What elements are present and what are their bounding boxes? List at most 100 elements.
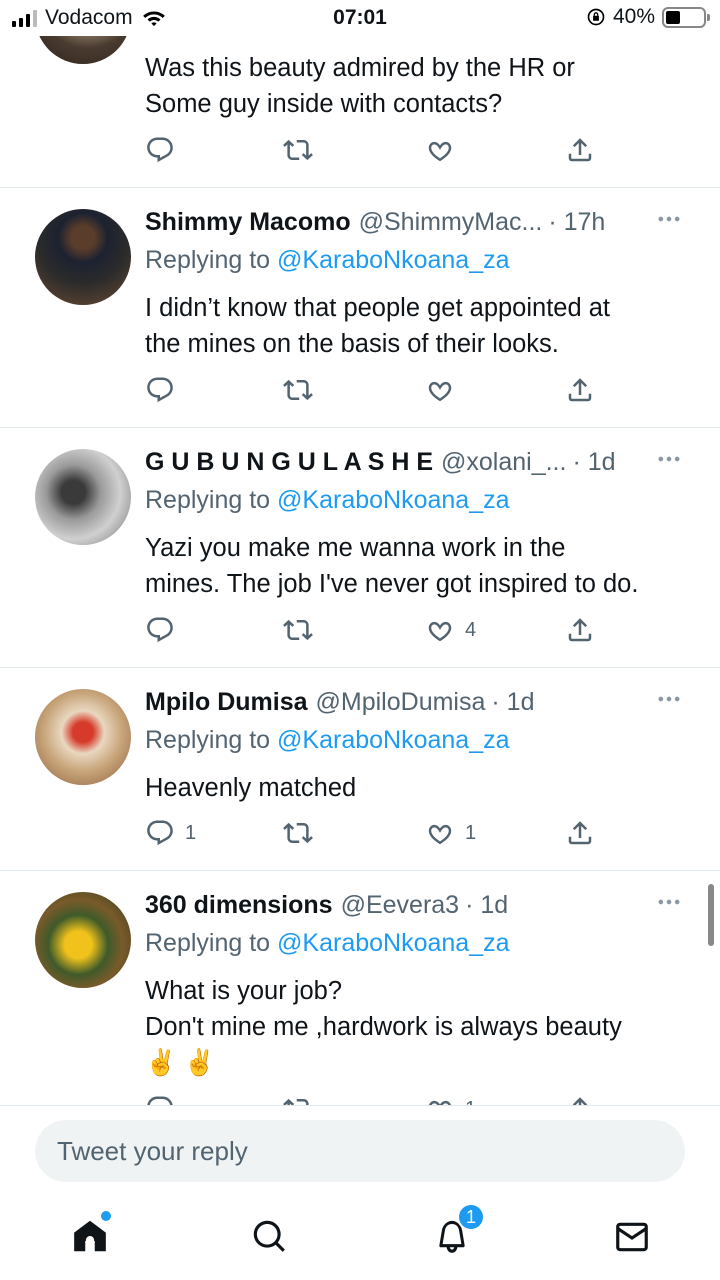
battery-percent: 40%: [612, 5, 655, 28]
rotation-lock-icon: [587, 8, 605, 26]
like-icon: [425, 1094, 455, 1105]
retweet-button[interactable]: [283, 1092, 323, 1105]
tweet-1[interactable]: Shimmy Macomo @ShimmyMac... · 17h Replyi…: [0, 188, 720, 428]
reply-button[interactable]: [145, 613, 185, 647]
share-icon: [565, 615, 595, 645]
tweet-header: Mpilo Dumisa @MpiloDumisa · 1d: [145, 682, 704, 722]
reply-button[interactable]: 1: [145, 816, 196, 850]
timestamp[interactable]: · 1d: [491, 688, 534, 717]
retweet-icon: [283, 1094, 313, 1105]
messages-icon: [616, 1222, 648, 1252]
like-icon: [425, 135, 455, 165]
reply-input[interactable]: [35, 1120, 685, 1182]
tweet-text-line: Don't mine me ,hardwork is always beauty: [145, 1013, 622, 1041]
tweet-header: 360 dimensions @Eevera3 · 1d: [145, 885, 704, 925]
tweet-text-line: ✌️ ✌️: [145, 1049, 216, 1077]
share-button[interactable]: [565, 816, 595, 850]
display-name[interactable]: Shimmy Macomo: [145, 208, 351, 237]
replying-to-label: Replying to: [145, 486, 271, 514]
tweet-body: What is your job? Don't mine me ,hardwor…: [145, 973, 700, 1081]
status-right: 40%: [586, 5, 710, 29]
mention-link[interactable]: @KaraboNkoana_za: [277, 929, 509, 957]
retweet-icon: [283, 615, 313, 645]
timestamp[interactable]: · 1d: [572, 448, 615, 477]
retweet-button[interactable]: [283, 373, 323, 407]
like-button[interactable]: [425, 133, 465, 167]
tweet-4[interactable]: 360 dimensions @Eevera3 · 1d Replying to…: [0, 871, 720, 1105]
bottom-nav: 1: [0, 1195, 720, 1280]
nav-notifications[interactable]: 1: [430, 1203, 485, 1259]
share-icon: [565, 375, 595, 405]
user-handle[interactable]: @ShimmyMac...: [359, 208, 543, 237]
like-count: 4: [465, 618, 477, 641]
tweet-text-line: Was this beauty admired by the HR or: [145, 54, 575, 82]
scrollbar[interactable]: [708, 884, 714, 946]
display-name[interactable]: G U B U N G U L A S H E: [145, 448, 433, 477]
user-handle[interactable]: @Eevera3: [341, 891, 460, 920]
retweet-button[interactable]: [283, 613, 323, 647]
more-button[interactable]: [654, 887, 684, 917]
replying-to: Replying to @KaraboNkoana_za: [145, 486, 510, 515]
tweet-text-line: What is your job?: [145, 977, 343, 1005]
tweet-actions: 1: [145, 1092, 615, 1105]
user-handle[interactable]: @MpiloDumisa: [316, 688, 486, 717]
share-button[interactable]: [565, 133, 595, 167]
notifications-badge: 1: [457, 1203, 485, 1231]
like-button[interactable]: 1: [425, 816, 476, 850]
replying-to-label: Replying to: [145, 726, 271, 754]
nav-home[interactable]: [68, 1211, 112, 1259]
share-button[interactable]: [565, 613, 595, 647]
reply-icon: [145, 135, 175, 165]
display-name[interactable]: 360 dimensions: [145, 891, 333, 920]
retweet-icon: [283, 818, 313, 848]
tweet-actions: [145, 133, 615, 167]
mention-link[interactable]: @KaraboNkoana_za: [277, 246, 509, 274]
nav-search[interactable]: [248, 1215, 292, 1259]
more-icon: [655, 888, 683, 916]
share-icon: [565, 1094, 595, 1105]
tweet-body: Was this beauty admired by the HR or Som…: [145, 50, 700, 122]
reply-button[interactable]: [145, 1092, 185, 1105]
timestamp[interactable]: · 17h: [548, 208, 605, 237]
home-icon: [74, 1220, 106, 1252]
reply-button[interactable]: [145, 373, 185, 407]
reply-count: 1: [185, 821, 197, 844]
like-button[interactable]: [425, 373, 465, 407]
home-unread-dot: [101, 1211, 111, 1221]
avatar[interactable]: [35, 449, 131, 545]
tweet-2[interactable]: G U B U N G U L A S H E @xolani_... · 1d…: [0, 428, 720, 668]
reply-button[interactable]: [145, 133, 185, 167]
mention-link[interactable]: @KaraboNkoana_za: [277, 486, 509, 514]
avatar[interactable]: [35, 209, 131, 305]
share-icon: [565, 818, 595, 848]
retweet-button[interactable]: [283, 816, 323, 850]
share-button[interactable]: [565, 373, 595, 407]
like-button[interactable]: 4: [425, 613, 476, 647]
tweet-body: I didn’t know that people get appointed …: [145, 290, 700, 362]
like-button[interactable]: 1: [425, 1092, 476, 1105]
nav-messages[interactable]: [610, 1215, 654, 1259]
more-button[interactable]: [654, 444, 684, 474]
user-handle[interactable]: @xolani_...: [441, 448, 566, 477]
share-button[interactable]: [565, 1092, 595, 1105]
avatar[interactable]: [35, 689, 131, 785]
tweet-3[interactable]: Mpilo Dumisa @MpiloDumisa · 1d Replying …: [0, 668, 720, 871]
timestamp[interactable]: · 1d: [465, 891, 508, 920]
more-button[interactable]: [654, 204, 684, 234]
mention-link[interactable]: @KaraboNkoana_za: [277, 726, 509, 754]
tweet-actions: 1 1: [145, 816, 615, 850]
display-name[interactable]: Mpilo Dumisa: [145, 688, 308, 717]
more-icon: [655, 205, 683, 233]
avatar[interactable]: [35, 892, 131, 988]
tweet-actions: 4: [145, 613, 615, 647]
replies-feed[interactable]: Was this beauty admired by the HR or Som…: [0, 0, 720, 1105]
more-button[interactable]: [654, 684, 684, 714]
like-count: 1: [465, 1098, 476, 1106]
replying-to-label: Replying to: [145, 929, 271, 957]
retweet-button[interactable]: [283, 133, 323, 167]
like-icon: [425, 818, 455, 848]
reply-icon: [145, 1094, 175, 1105]
tweet-body: Yazi you make me wanna work in the mines…: [145, 530, 700, 602]
retweet-icon: [283, 135, 313, 165]
tweet-text-line: Yazi you make me wanna work in the: [145, 534, 566, 562]
